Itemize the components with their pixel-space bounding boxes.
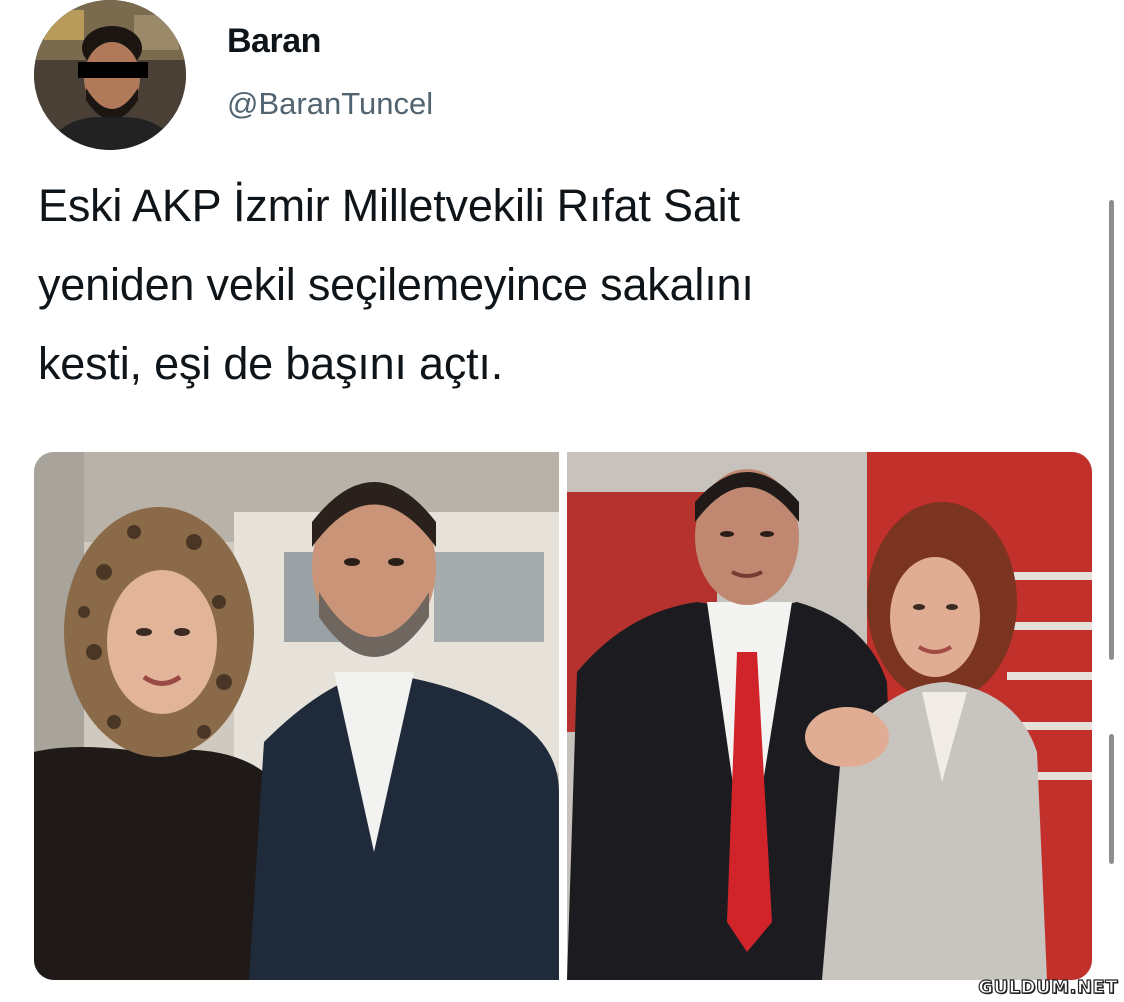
- tweet-text-line: kesti, eşi de başını açtı.: [38, 338, 504, 389]
- tweet-text-line: yeniden vekil seçilemeyince sakalını: [38, 259, 754, 310]
- author-avatar[interactable]: [34, 0, 186, 150]
- site-watermark: GULDUM.NET: [978, 976, 1119, 998]
- tweet-media: [34, 452, 1092, 980]
- scrollbar-upper[interactable]: [1109, 200, 1114, 660]
- photo-couple-before-icon: [34, 452, 559, 980]
- author-display-name[interactable]: Baran: [227, 22, 321, 61]
- tweet-text: Eski AKP İzmir Milletvekili Rıfat Sait y…: [38, 166, 1048, 403]
- scrollbar-lower[interactable]: [1109, 734, 1114, 864]
- tweet-photo-right[interactable]: [567, 452, 1092, 980]
- photo-couple-after-icon: [567, 452, 1092, 980]
- tweet-photo-left[interactable]: [34, 452, 559, 980]
- author-handle[interactable]: @BaranTuncel: [227, 86, 433, 122]
- profile-photo-icon: [34, 0, 186, 150]
- tweet-text-line: Eski AKP İzmir Milletvekili Rıfat Sait: [38, 180, 740, 231]
